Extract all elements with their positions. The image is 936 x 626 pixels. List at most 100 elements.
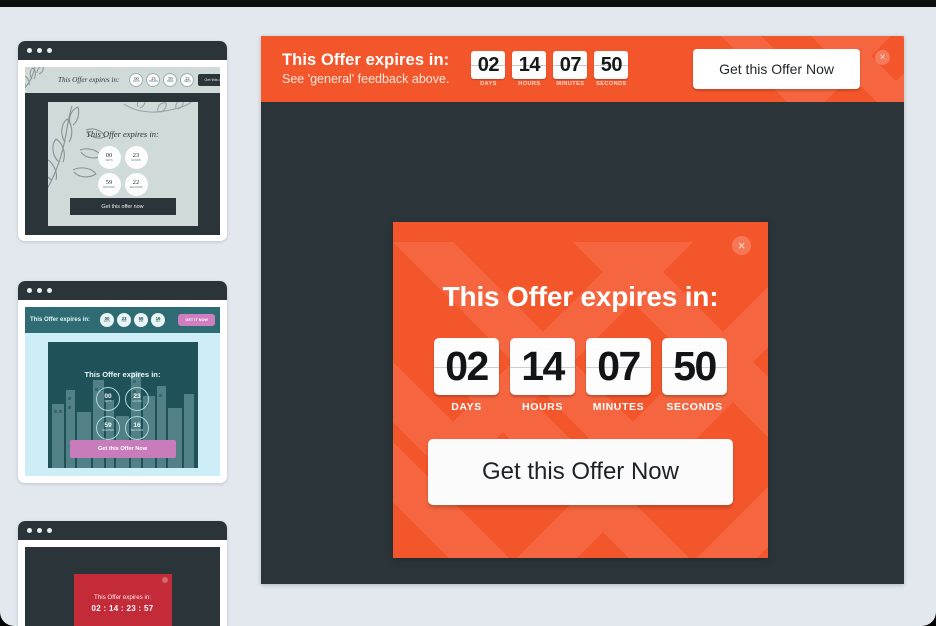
counter-seconds: 22 SECONDS [124,173,148,196]
unit-label: MINUTES [592,401,645,413]
thumb1-modal-cta: Get this offer now [69,198,176,215]
unit-label: DAYS [480,81,497,87]
unit-label: SECONDS [596,81,627,87]
banner-subtitle: See 'general' feedback above. [282,72,450,87]
counter-hours: 23 HOURS [125,386,149,411]
thumbnail-body: This Offer expires in: 00 DAYS 23 HRS 59 [18,300,227,483]
thumb1-bar-counters: 00 DAYS 23 HOURS 59 MINS 22 SECS [129,73,195,87]
counter-minutes: 59 MINS [163,73,178,87]
thumbnail-window-bar [18,281,227,300]
window-dot-yellow [37,528,42,533]
counter-minutes: 59 MIN [134,313,149,327]
counter-minutes: 59 MINUTES [96,415,120,440]
thumb3-modal: This Offer expires in: 02 : 14 : 23 : 57 [73,574,172,626]
modal-countdown-minutes: 07 MINUTES [586,338,651,413]
window-dot-green [47,48,52,53]
thumb2-modal-counters: 00 DAYS 23 HOURS 59 MINUTES 16 SECONDS [96,386,149,440]
app-root: This Offer expires in: 00 DAYS 23 HOURS [0,0,936,626]
window-dot-red [27,288,32,293]
thumbnail-teal-city[interactable]: This Offer expires in: 00 DAYS 23 HRS 59 [18,281,227,483]
window-dot-green [47,288,52,293]
thumb2-modal: This Offer expires in: 00 DAYS 23 HOURS [47,341,198,468]
offer-modal: × This Offer expires in: 02 DAYS 14 HOUR… [393,222,768,558]
flip-card: 50 [594,51,629,79]
modal-countdown-seconds: 50 SECONDS [662,338,727,413]
banner-text-block: This Offer expires in: See 'general' fee… [282,51,449,88]
unit-label: HOURS [522,401,563,413]
thumb3-stage: This Offer expires in: 02 : 14 : 23 : 57 [25,547,220,626]
floral-top-icon [123,102,191,113]
window-dot-yellow [37,48,42,53]
counter-hours: 23 HOURS [124,146,148,169]
window-dot-green [47,528,52,533]
flip-card: 50 [662,338,727,395]
thumb2-topbar: This Offer expires in: 00 DAYS 23 HRS 59 [25,307,220,333]
flip-card: 02 [471,51,506,79]
top-strip [0,0,936,7]
flip-card: 07 [586,338,651,395]
thumb1-stage: This Offer expires in: 00 DAYS 23 HOURS [25,93,220,235]
thumb2-bar-cta: GET IT NOW [178,314,215,326]
modal-content: This Offer expires in: 02 DAYS 14 HOURS … [393,222,768,505]
banner-countdown-hours: 14 HOURS [512,51,547,87]
modal-countdown-days: 02 DAYS [434,338,499,413]
window-dot-yellow [37,288,42,293]
banner-countdown-seconds: 50 SECONDS [594,51,629,87]
thumb3-modal-digits: 02 : 14 : 23 : 57 [91,603,154,613]
window-dot-red [27,528,32,533]
thumbnail-window-bar [18,41,227,60]
unit-label: DAYS [451,401,482,413]
thumb3-modal-title: This Offer expires in: [94,593,151,601]
counter-days: 00 DAYS [100,313,115,327]
modal-countdown: 02 DAYS 14 HOURS 07 MINUTES 50 SECONDS [434,338,727,413]
unit-label: SECONDS [666,401,723,413]
flip-card: 14 [512,51,547,79]
close-icon [161,577,168,583]
banner-title: This Offer expires in: [282,50,450,69]
floral-icon [25,67,44,89]
thumbnail-body: This Offer expires in: 02 : 14 : 23 : 57 [18,540,227,626]
thumb2-bar-title: This Offer expires in: [30,317,91,323]
counter-seconds: 22 SECS [180,73,195,87]
counter-days: 00 DAYS [129,73,144,87]
flip-card: 07 [553,51,588,79]
window-dot-red [27,48,32,53]
counter-days: 00 DAYS [97,146,121,169]
thumb2-stage: This Offer expires in: 00 DAYS 23 HOURS [25,333,220,476]
thumb1-modal-title: This Offer expires in: [86,129,159,139]
offer-banner: This Offer expires in: See 'general' fee… [261,36,904,102]
thumbnail-window-bar [18,521,227,540]
unit-label: MINUTES [556,81,585,87]
preview-stage: × This Offer expires in: 02 DAYS 14 HOUR… [261,102,904,584]
banner-countdown-minutes: 07 MINUTES [553,51,588,87]
template-thumbnail-sidebar: This Offer expires in: 00 DAYS 23 HOURS [18,41,233,626]
banner-close-icon[interactable]: × [875,50,890,65]
counter-minutes: 59 MINUTES [97,173,121,196]
modal-title: This Offer expires in: [442,281,719,312]
unit-label: HOURS [518,81,541,87]
preview-panel: This Offer expires in: See 'general' fee… [261,36,904,584]
banner-countdown: 02 DAYS 14 HOURS 07 MINUTES 50 SECONDS [471,51,629,87]
thumb2-bar-counters: 00 DAYS 23 HRS 59 MIN 16 SEC [100,313,166,327]
modal-close-icon[interactable]: × [732,236,751,255]
thumb1-bar-cta: Get this offer now [198,74,220,86]
thumb2-modal-cta: Get this Offer Now [69,439,176,458]
thumb2-modal-title: This Offer expires in: [84,369,161,379]
thumb1-topbar: This Offer expires in: 00 DAYS 23 HOURS [25,67,220,93]
thumbnail-red-compact[interactable]: This Offer expires in: 02 : 14 : 23 : 57 [18,521,227,626]
thumbnail-body: This Offer expires in: 00 DAYS 23 HOURS [18,60,227,241]
thumb1-modal-counters: 00 DAYS 23 HOURS 59 MINUTES 22 SECONDS [97,146,148,196]
banner-get-offer-button[interactable]: Get this Offer Now [693,49,860,89]
flip-card: 02 [434,338,499,395]
modal-get-offer-button[interactable]: Get this Offer Now [428,439,733,505]
thumb1-bar-title: This Offer expires in: [58,76,120,84]
thumbnail-vintage-sage[interactable]: This Offer expires in: 00 DAYS 23 HOURS [18,41,227,241]
counter-seconds: 16 SEC [151,313,166,327]
modal-countdown-hours: 14 HOURS [510,338,575,413]
counter-days: 00 DAYS [96,386,120,411]
counter-seconds: 16 SECONDS [125,415,149,440]
flip-card: 14 [510,338,575,395]
banner-countdown-days: 02 DAYS [471,51,506,87]
counter-hours: 23 HRS [117,313,132,327]
counter-hours: 23 HOURS [146,73,161,87]
